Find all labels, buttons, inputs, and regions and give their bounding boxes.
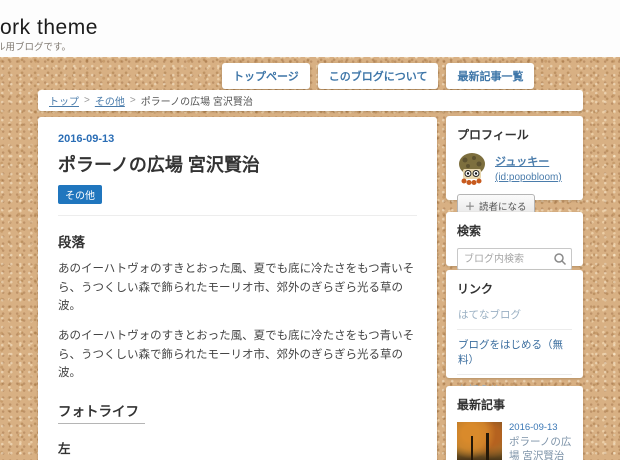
plus-icon: ＋ (465, 202, 475, 213)
profile-links: ジュッキー (id:popobloom) (495, 152, 562, 183)
section-heading-photolife-label: フォトライフ (58, 400, 145, 424)
tree-trunk-shape (486, 433, 490, 460)
breadcrumb-link-top[interactable]: トップ (49, 93, 79, 108)
profile-id-link[interactable]: (id:popobloom) (495, 172, 562, 183)
profile-heading: プロフィール (457, 128, 529, 142)
tree-trunk-shape (470, 435, 473, 460)
entry-category-badge[interactable]: その他 (58, 185, 102, 204)
breadcrumb-current-page: ポラーノの広場 宮沢賢治 (140, 97, 253, 108)
sidebar-module-recent-entries: 最新記事 2016-09-13 ポラーノの広場 宮沢賢治 その他 (446, 386, 583, 460)
blog-header: ork theme ル用ブログです。 (0, 0, 620, 57)
profile-row: ジュッキー (id:popobloom) (457, 152, 572, 186)
sidebar-module-search: 検索 (446, 212, 583, 270)
sidebar-module-links: リンク はてなブログ ブログをはじめる（無料） お知らせ はてなブログ グループ (446, 270, 583, 426)
blog-subtitle: ル用ブログです。 (0, 42, 72, 53)
entry-date-link[interactable]: 2016-09-13 (58, 133, 417, 145)
breadcrumb: トップ > その他 > ポラーノの広場 宮沢賢治 (38, 90, 583, 111)
blog-title[interactable]: ork theme (0, 16, 98, 40)
recent-entry-date: 2016-09-13 (509, 422, 558, 433)
links-heading: リンク (457, 282, 494, 296)
nav-archive-button[interactable]: 最新記事一覧 (446, 63, 535, 89)
search-field-wrap (457, 248, 572, 270)
subheading-left: 左 (58, 441, 71, 456)
link-item-hatenablog[interactable]: はてなブログ (457, 306, 572, 329)
blog-page: ork theme ル用ブログです。 トップページ このブログについて 最新記事… (0, 0, 620, 460)
recent-entry-info: 2016-09-13 ポラーノの広場 宮沢賢治 その他 (509, 422, 572, 460)
nav-top-page-button[interactable]: トップページ (222, 63, 310, 89)
article-paragraph: あのイーハトヴォのすきとおった風、夏でも底に冷たさをもつ青いそら、うつくしい森で… (58, 263, 415, 313)
article-paragraph: あのイーハトヴォのすきとおった風、夏でも底に冷たさをもつ青いそら、うつくしい森で… (58, 329, 415, 380)
section-heading-paragraph: 段落 (58, 235, 85, 250)
nav-about-button[interactable]: このブログについて (317, 63, 439, 89)
entry-header-divider (58, 215, 417, 216)
search-icon[interactable] (553, 252, 567, 266)
profile-name-link[interactable]: ジュッキー (495, 153, 562, 169)
article-card: 2016-09-13 ポラーノの広場 宮沢賢治 その他 段落 あのイーハトヴォの… (38, 117, 437, 460)
breadcrumb-link-category[interactable]: その他 (95, 93, 125, 108)
subscribe-button-label: 読者になる (479, 201, 527, 213)
recent-entries-heading: 最新記事 (457, 398, 506, 412)
recent-entry-thumbnail[interactable] (457, 422, 502, 460)
section-heading-photolife: フォトライフ (58, 400, 417, 424)
sidebar-module-profile: プロフィール ジュッキー (id:popobloom) ＋ 読者になる (446, 116, 583, 217)
profile-avatar[interactable] (457, 152, 487, 186)
breadcrumb-separator: > (129, 95, 136, 106)
entry-title[interactable]: ポラーノの広場 宮沢賢治 (58, 151, 417, 177)
global-nav: トップページ このブログについて 最新記事一覧 (222, 63, 535, 89)
breadcrumb-separator: > (84, 95, 90, 106)
recent-entry-item: 2016-09-13 ポラーノの広場 宮沢賢治 その他 (457, 422, 572, 460)
search-heading: 検索 (457, 224, 482, 238)
recent-entry-title-link[interactable]: ポラーノの広場 宮沢賢治 (509, 435, 572, 460)
link-item-start-blog[interactable]: ブログをはじめる（無料） (457, 329, 572, 374)
